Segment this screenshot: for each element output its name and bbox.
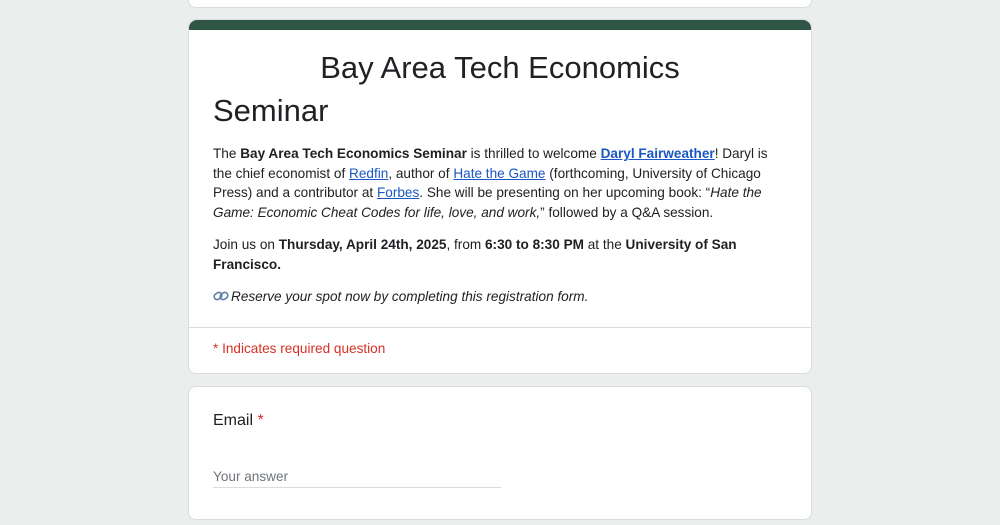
required-note: * Indicates required question	[213, 341, 386, 356]
desc-text: Join us on	[213, 237, 279, 252]
description-cta: Reserve your spot now by completing this…	[213, 287, 787, 307]
desc-text: . She will be presenting on her upcoming…	[419, 185, 711, 200]
form-title-line1: Bay Area Tech Economics	[320, 50, 680, 85]
form-page: Bay Area Tech Economics Seminar The Bay …	[0, 0, 1000, 525]
email-field[interactable]	[213, 465, 501, 488]
form-title-line2: Seminar	[213, 93, 329, 128]
previous-card	[188, 0, 812, 8]
form-description: The Bay Area Tech Economics Seminar is t…	[189, 144, 811, 307]
cta-text: Reserve your spot now by completing this…	[231, 289, 589, 304]
description-intro: The Bay Area Tech Economics Seminar is t…	[213, 144, 787, 222]
form-title: Bay Area Tech Economics Seminar	[189, 30, 811, 132]
desc-text: is thrilled to welcome	[466, 146, 601, 161]
question-card-email: Email *	[188, 386, 812, 520]
forbes-link[interactable]: Forbes	[377, 185, 419, 200]
header-accent-bar	[189, 20, 811, 30]
desc-text: at the	[583, 237, 626, 252]
link-icon	[213, 288, 229, 301]
desc-text: ” followed by a Q&A session.	[540, 204, 714, 220]
event-date: Thursday, April 24th, 2025	[278, 237, 447, 252]
required-asterisk: *	[257, 412, 264, 429]
form-header-card: Bay Area Tech Economics Seminar The Bay …	[188, 19, 812, 374]
speaker-link[interactable]: Daryl Fairweather	[601, 146, 715, 161]
redfin-link[interactable]: Redfin	[349, 166, 388, 181]
description-schedule: Join us on Thursday, April 24th, 2025, f…	[213, 235, 787, 274]
question-label: Email *	[213, 412, 264, 430]
seminar-name: Bay Area Tech Economics Seminar	[240, 146, 467, 161]
question-title: Email	[213, 412, 254, 429]
book-link[interactable]: Hate the Game	[453, 166, 545, 181]
header-divider	[189, 327, 811, 328]
event-time: 6:30 to 8:30 PM	[485, 237, 584, 252]
desc-text: The	[213, 146, 241, 161]
desc-text: , from	[446, 237, 485, 252]
desc-text: , author of	[388, 165, 454, 181]
